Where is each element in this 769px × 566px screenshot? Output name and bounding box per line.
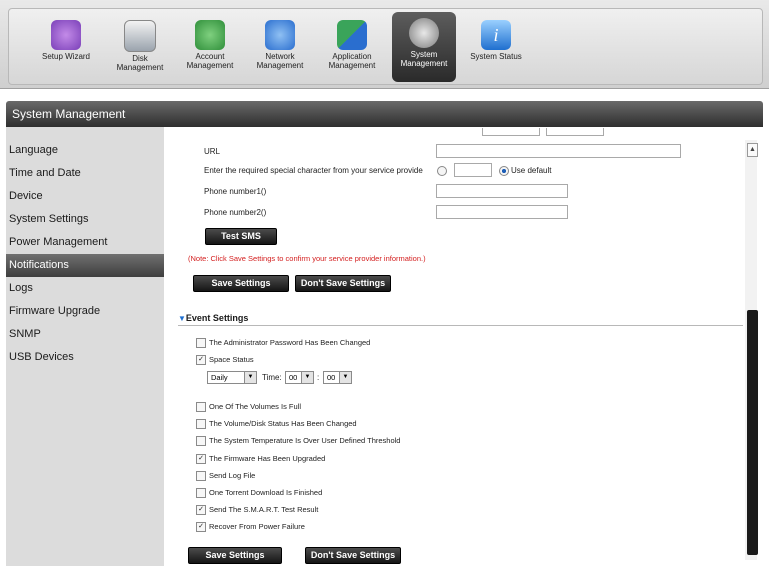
- service-provider-note: (Note: Click Save Settings to confirm yo…: [188, 254, 426, 263]
- sidebar-item-language[interactable]: Language: [6, 139, 164, 162]
- event-row-send-log[interactable]: Send Log File: [196, 471, 255, 482]
- info-icon: i: [481, 20, 511, 50]
- sidebar-item-usb-devices[interactable]: USB Devices: [6, 346, 164, 369]
- section-divider: [178, 325, 743, 326]
- chevron-down-icon: ▼: [301, 372, 313, 383]
- test-sms-button[interactable]: Test SMS: [205, 228, 277, 245]
- event-row-torrent[interactable]: One Torrent Download Is Finished: [196, 488, 322, 499]
- sidebar-item-notifications[interactable]: Notifications: [6, 254, 164, 277]
- system-gear-icon: [409, 18, 439, 48]
- checkbox[interactable]: [196, 338, 206, 349]
- nav-disk-management[interactable]: Disk Management: [108, 14, 172, 80]
- dont-save-settings-button-top[interactable]: Don't Save Settings: [295, 275, 391, 292]
- url-label: URL: [204, 147, 221, 156]
- checkbox[interactable]: [196, 402, 206, 413]
- time-colon: :: [317, 373, 320, 382]
- nav-system-management[interactable]: System Management: [392, 12, 456, 82]
- network-icon: [265, 20, 295, 50]
- sidebar-item-snmp[interactable]: SNMP: [6, 323, 164, 346]
- event-settings-header[interactable]: ▼Event Settings: [178, 313, 248, 323]
- phone2-field[interactable]: [436, 205, 568, 219]
- nav-setup-wizard[interactable]: Setup Wizard: [34, 14, 98, 80]
- cut-off-field-1[interactable]: [482, 128, 540, 136]
- special-char-radio[interactable]: [437, 166, 447, 176]
- event-row-space-status[interactable]: ✓ Space Status: [196, 355, 254, 366]
- sidebar-item-system-settings[interactable]: System Settings: [6, 208, 164, 231]
- event-row-temperature[interactable]: The System Temperature Is Over User Defi…: [196, 436, 400, 447]
- nav-network-management[interactable]: Network Management: [248, 14, 312, 80]
- special-char-label: Enter the required special character fro…: [204, 166, 423, 175]
- frequency-select[interactable]: Daily ▼: [207, 371, 257, 384]
- checkbox-checked[interactable]: ✓: [196, 505, 206, 516]
- sidebar-item-device[interactable]: Device: [6, 185, 164, 208]
- chevron-down-icon: ▼: [339, 372, 351, 383]
- wizard-icon: [51, 20, 81, 50]
- phone1-field[interactable]: [436, 184, 568, 198]
- page-title: System Management: [6, 101, 763, 127]
- sidebar-item-logs[interactable]: Logs: [6, 277, 164, 300]
- sidebar-item-firmware-upgrade[interactable]: Firmware Upgrade: [6, 300, 164, 323]
- checkbox[interactable]: [196, 436, 206, 447]
- url-field[interactable]: [436, 144, 681, 158]
- event-row-smart-test[interactable]: ✓ Send The S.M.A.R.T. Test Result: [196, 505, 318, 516]
- phone2-label: Phone number2(): [204, 208, 267, 217]
- chevron-down-icon: ▼: [244, 372, 256, 383]
- disk-icon: [124, 20, 156, 52]
- phone1-label: Phone number1(): [204, 187, 267, 196]
- checkbox[interactable]: [196, 471, 206, 482]
- application-icon: [337, 20, 367, 50]
- save-settings-button-top[interactable]: Save Settings: [193, 275, 289, 292]
- scroll-up-arrow-icon[interactable]: ▲: [747, 143, 758, 157]
- account-icon: [195, 20, 225, 50]
- collapse-triangle-icon: ▼: [178, 314, 186, 323]
- event-row-power-failure[interactable]: ✓ Recover From Power Failure: [196, 522, 305, 533]
- checkbox[interactable]: [196, 488, 206, 499]
- checkbox-checked[interactable]: ✓: [196, 355, 206, 366]
- time-label: Time:: [262, 373, 282, 382]
- checkbox[interactable]: [196, 419, 206, 430]
- event-row-volume-full[interactable]: One Of The Volumes Is Full: [196, 402, 301, 413]
- nav-system-status[interactable]: i System Status: [464, 14, 528, 80]
- scrollbar-thumb[interactable]: [747, 310, 758, 555]
- sidebar-item-time-and-date[interactable]: Time and Date: [6, 162, 164, 185]
- event-row-firmware[interactable]: ✓ The Firmware Has Been Upgraded: [196, 454, 325, 465]
- event-row-admin-password[interactable]: The Administrator Password Has Been Chan…: [196, 338, 370, 349]
- checkbox-checked[interactable]: ✓: [196, 454, 206, 465]
- event-row-volume-disk-status[interactable]: The Volume/Disk Status Has Been Changed: [196, 419, 357, 430]
- nav-account-management[interactable]: Account Management: [178, 14, 242, 80]
- sidebar: Language Time and Date Device System Set…: [6, 127, 164, 566]
- sidebar-item-power-management[interactable]: Power Management: [6, 231, 164, 254]
- dont-save-settings-button-bottom[interactable]: Don't Save Settings: [305, 547, 401, 564]
- save-settings-button-bottom[interactable]: Save Settings: [188, 547, 282, 564]
- checkbox-checked[interactable]: ✓: [196, 522, 206, 533]
- event-settings-title: Event Settings: [185, 313, 249, 323]
- nav-application-management[interactable]: Application Management: [320, 14, 384, 80]
- use-default-label: Use default: [511, 166, 552, 175]
- special-char-field[interactable]: [454, 163, 492, 177]
- cut-off-field-2[interactable]: [546, 128, 604, 136]
- minute-select[interactable]: 00 ▼: [323, 371, 352, 384]
- use-default-radio[interactable]: [499, 166, 509, 176]
- hour-select[interactable]: 00 ▼: [285, 371, 314, 384]
